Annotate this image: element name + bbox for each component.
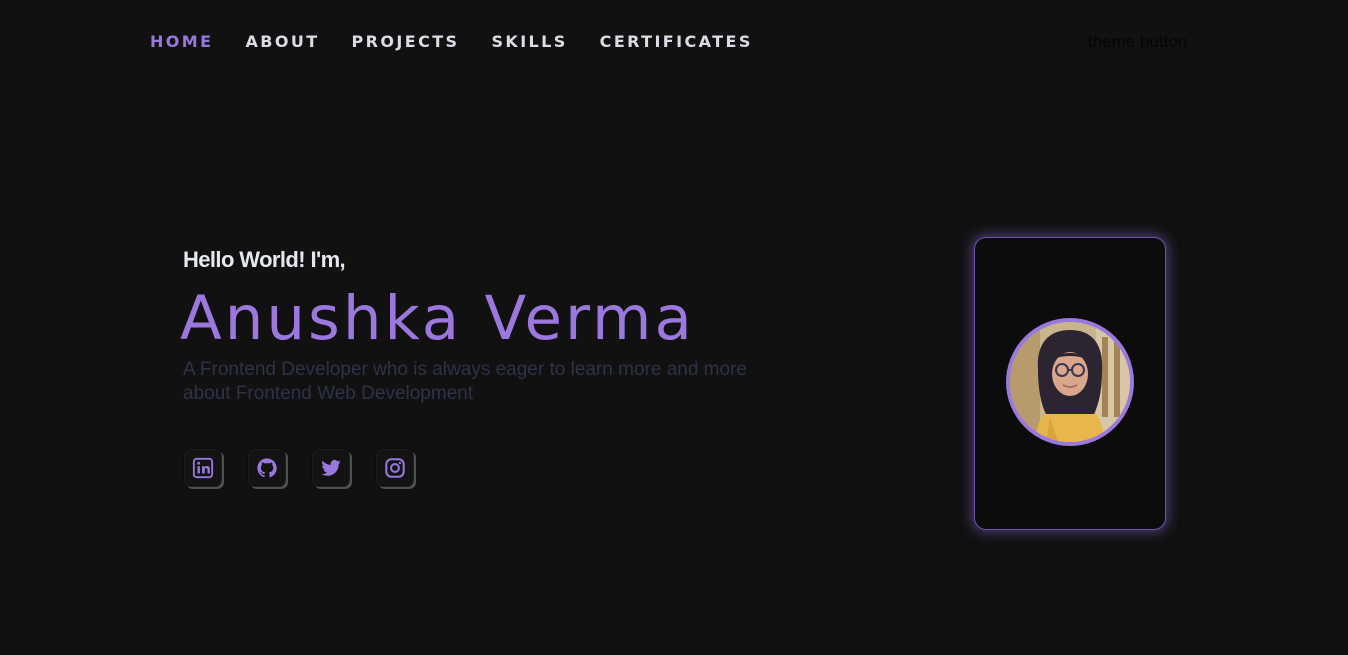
- github-button[interactable]: [248, 449, 286, 487]
- hero-name: Anushka Verma: [180, 283, 695, 354]
- social-links: [184, 449, 414, 487]
- twitter-button[interactable]: [312, 449, 350, 487]
- hero-greeting: Hello World! I'm,: [183, 247, 346, 272]
- twitter-icon: [321, 459, 341, 476]
- linkedin-button[interactable]: [184, 449, 222, 487]
- nav-link-home[interactable]: HOME: [150, 30, 213, 54]
- theme-toggle-button[interactable]: theme button: [1088, 31, 1208, 53]
- linkedin-icon: [192, 457, 214, 479]
- instagram-icon: [385, 458, 405, 478]
- nav-link-about[interactable]: ABOUT: [245, 30, 319, 54]
- profile-photo-icon: [1010, 322, 1130, 442]
- portfolio-page: HOME ABOUT PROJECTS SKILLS CERTIFICATES …: [0, 0, 1348, 655]
- main-nav: HOME ABOUT PROJECTS SKILLS CERTIFICATES: [150, 30, 753, 54]
- hero-tagline: A Frontend Developer who is always eager…: [183, 359, 747, 404]
- nav-link-projects[interactable]: PROJECTS: [352, 30, 460, 54]
- nav-link-certificates[interactable]: CERTIFICATES: [600, 30, 753, 54]
- avatar: [1006, 318, 1134, 446]
- github-icon: [257, 458, 277, 478]
- nav-link-skills[interactable]: SKILLS: [491, 30, 567, 54]
- hero-section: Hello World! I'm, Anushka Verma A Fronte…: [180, 244, 823, 406]
- profile-card: [974, 237, 1166, 530]
- instagram-button[interactable]: [376, 449, 414, 487]
